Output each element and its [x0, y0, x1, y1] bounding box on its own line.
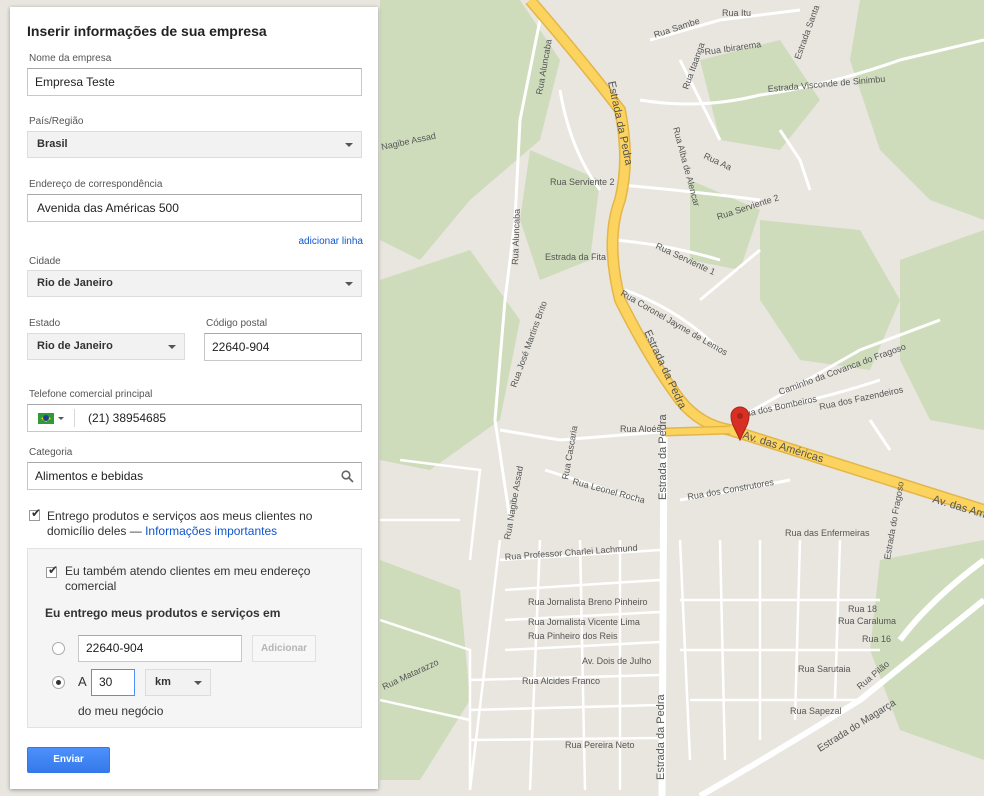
label-rua-itu: Rua Itu [722, 8, 751, 18]
add-button[interactable]: Adicionar [252, 635, 316, 662]
label-rua-pereira: Rua Pereira Neto [565, 740, 635, 750]
label-rua-aluncaba-2: Rua Aluncaba [510, 209, 522, 265]
also-serve-checkbox[interactable]: ✔ [46, 563, 59, 578]
phone-label: Telefone comercial principal [29, 389, 153, 400]
delivery-checkbox[interactable]: ✔ [29, 506, 42, 521]
checkmark-icon: ✔ [31, 506, 42, 520]
brazil-flag-icon [38, 413, 54, 424]
postal-input[interactable]: 22640-904 [204, 333, 362, 361]
label-av-dois-julho: Av. Dois de Julho [582, 656, 651, 666]
also-serve-label: Eu também atendo clientes em meu endereç… [65, 564, 311, 593]
add-line-link[interactable]: adicionar linha [299, 236, 364, 247]
chevron-down-icon [345, 143, 353, 147]
label-rua-pinheiro: Rua Pinheiro dos Reis [528, 631, 618, 641]
radius-unit-select[interactable]: km [145, 669, 211, 696]
business-info-panel: Inserir informações de sua empresa Nome … [10, 7, 378, 789]
company-name-label: Nome da empresa [29, 53, 112, 64]
label-rua-enfermeiras: Rua das Enfermeiras [785, 528, 870, 538]
radius-suffix: do meu negócio [78, 704, 164, 718]
radio-radius[interactable] [52, 676, 65, 689]
address-input[interactable]: Avenida das Américas 500 [27, 194, 362, 222]
radius-prefix: A [78, 674, 87, 689]
company-name-input[interactable]: Empresa Teste [27, 68, 362, 96]
country-label: País/Região [29, 116, 84, 127]
delivery-text: Entrego produtos e serviços aos meus cli… [47, 509, 347, 539]
search-icon[interactable] [341, 470, 354, 483]
label-estrada-pedra-4: Estrada da Pedra [655, 694, 667, 780]
chevron-down-icon [345, 282, 353, 286]
label-rua-16: Rua 16 [862, 634, 891, 644]
important-info-link[interactable]: Informações importantes [145, 524, 277, 538]
label-estrada-fita: Estrada da Fita [545, 252, 606, 262]
country-select-value: Brasil [37, 138, 68, 150]
address-label: Endereço de correspondência [29, 179, 163, 190]
state-select[interactable]: Rio de Janeiro [27, 333, 185, 360]
radius-unit-value: km [155, 676, 171, 688]
label-rua-sarutaia: Rua Sarutaia [798, 664, 851, 674]
label-rua-alcides: Rua Alcides Franco [522, 676, 600, 686]
country-code-selector[interactable] [32, 409, 75, 427]
submit-button[interactable]: Enviar [27, 747, 110, 773]
category-input[interactable]: Alimentos e bebidas [27, 462, 362, 490]
service-area-box: ✔ Eu também atendo clientes em meu ender… [27, 548, 362, 728]
label-rua-jornalista-vicente: Rua Jornalista Vicente Lima [528, 617, 640, 627]
radio-selected-dot [56, 680, 61, 685]
radio-postal[interactable] [52, 642, 65, 655]
postal-label: Código postal [206, 318, 268, 329]
phone-input[interactable]: (21) 38954685 [88, 405, 166, 431]
label-rua-serviente-2: Rua Serviente 2 [550, 177, 615, 187]
chevron-down-icon [58, 417, 64, 420]
city-select-value: Rio de Janeiro [37, 277, 113, 289]
state-select-value: Rio de Janeiro [37, 340, 113, 352]
service-postal-input[interactable]: 22640-904 [78, 635, 242, 662]
city-label: Cidade [29, 256, 61, 267]
checkmark-icon: ✔ [48, 563, 59, 577]
label-rua-sapezal: Rua Sapezal [790, 706, 842, 716]
panel-title: Inserir informações de sua empresa [27, 23, 267, 39]
chevron-down-icon [194, 681, 202, 685]
label-rua-18: Rua 18 [848, 604, 877, 614]
state-label: Estado [29, 318, 61, 329]
phone-field: (21) 38954685 [27, 404, 362, 432]
country-select[interactable]: Brasil [27, 131, 362, 158]
service-heading: Eu entrego meus produtos e serviços em [45, 606, 281, 620]
label-rua-aloes: Rua Aloés [620, 424, 662, 434]
label-rua-caraluma: Rua Caraluma [838, 616, 896, 626]
radius-distance-input[interactable]: 30 [91, 669, 135, 696]
chevron-down-icon [168, 345, 176, 349]
city-select[interactable]: Rio de Janeiro [27, 270, 362, 297]
label-rua-jornalista-breno: Rua Jornalista Breno Pinheiro [528, 597, 648, 607]
category-value: Alimentos e bebidas [35, 469, 144, 483]
category-label: Categoria [29, 447, 73, 458]
